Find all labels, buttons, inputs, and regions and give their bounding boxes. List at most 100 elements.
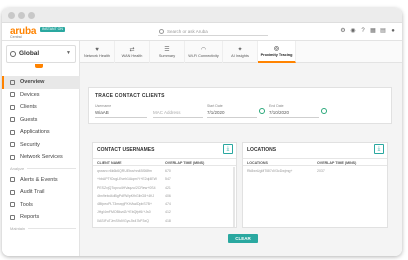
audit-trail-icon <box>10 189 15 195</box>
sidebar-item-audit-trail[interactable]: Audit Trail <box>2 186 80 199</box>
apps-icon[interactable]: ▦ <box>370 28 376 34</box>
help-icon[interactable]: ? <box>360 28 366 34</box>
user-icon[interactable]: ● <box>390 28 396 34</box>
chevron-down-icon: ▼ <box>66 50 71 56</box>
column-header-overlap-time[interactable]: OVERLAP TIME (MINS) <box>165 161 204 165</box>
alerts-icon[interactable]: ◉ <box>350 28 356 34</box>
overlap-time-cell: 421 <box>165 185 171 190</box>
shield-icon <box>10 142 15 148</box>
client-name-cell: PESZxjQTopvu4HVaqzu/2CRew+0S4 <box>97 185 156 190</box>
tab-network-health[interactable]: ♥ Network Health <box>80 41 115 63</box>
client-name-cell: 4bn9ebd4dBgPdRWpKfhGlbG8+4KJ <box>97 193 155 198</box>
contact-usernames-rows: qrwan=r6k6k6QRUEbw/nn4BSt8fm 670 +hbAPTf… <box>93 167 236 225</box>
start-date-label: Start Date <box>207 104 223 108</box>
table-row[interactable]: JHgl4mFMOBkvd2/+EbQfpf6/+Js0 412 <box>93 208 236 216</box>
tab-proximity-tracing[interactable]: ◎ Proximity Tracing <box>258 41 296 63</box>
tab-summary[interactable]: ☰ Summary <box>150 41 185 63</box>
trace-contact-card: TRACE CONTACT CLIENTS Username WiaAB MAC… <box>88 87 392 124</box>
context-tab-handle[interactable] <box>35 64 43 68</box>
table-row[interactable]: qrwan=r6k6k6QRUEbw/nn4BSt8fm 670 <box>93 167 236 175</box>
contact-usernames-card: CONTACT USERNAMES ⤓ CLIENT NAME OVERLAP … <box>92 142 237 228</box>
mac-address-field[interactable]: MAC Address <box>153 104 203 118</box>
tab-wifi-connectivity[interactable]: ◠ Wi-Fi Connectivity <box>185 41 223 63</box>
context-selector[interactable]: Global ▼ <box>6 45 76 63</box>
overlap-time-cell: 412 <box>165 210 171 215</box>
tab-label: Proximity Tracing <box>260 52 293 57</box>
sidebar-item-security[interactable]: Security <box>2 139 80 152</box>
locations-rows: Rk8wrUgMTi8l7dV3cDwjmg+ 2037 <box>243 167 387 175</box>
sidebar-item-network-services[interactable]: Network Services <box>2 151 80 164</box>
section-maintain-heading: Maintain <box>2 224 80 234</box>
end-date-field[interactable]: End Date 7/10/2020 <box>269 104 319 118</box>
sidebar-item-tools[interactable]: Tools <box>2 199 80 212</box>
sidebar-item-applications[interactable]: Applications <box>2 126 80 139</box>
scrollbar[interactable] <box>233 167 235 227</box>
tab-label: Summary <box>158 53 176 58</box>
search-placeholder: Search or ask Aruba <box>167 29 208 34</box>
search-icon <box>159 29 164 34</box>
sidebar-item-label: Alerts & Events <box>20 176 58 183</box>
bulb-icon: ✦ <box>237 46 243 53</box>
column-header-locations[interactable]: LOCATIONS <box>247 161 268 165</box>
download-icon[interactable]: ⤓ <box>374 144 384 154</box>
notes-icon[interactable]: ▤ <box>380 28 386 34</box>
tab-label: WAN Health <box>121 53 143 58</box>
sidebar-item-label: Clients <box>20 104 37 111</box>
wifi-icon: ◠ <box>200 46 207 53</box>
sidebar-item-clients[interactable]: Clients <box>2 101 80 114</box>
sidebar: Global ▼ Overview Devices Clients Guests <box>2 41 80 256</box>
overlap-time-cell: 418 <box>165 218 171 223</box>
trace-title: TRACE CONTACT CLIENTS <box>95 93 165 99</box>
download-icon[interactable]: ⤓ <box>223 144 233 154</box>
maximize-window-button[interactable] <box>28 12 35 19</box>
table-header: LOCATIONS OVERLAP TIME (MINS) <box>243 158 387 166</box>
table-row[interactable]: 4bn9ebd4dBgPdRWpKfhGlbG8+4KJ 406 <box>93 192 236 200</box>
column-header-overlap-time[interactable]: OVERLAP TIME (MINS) <box>317 161 356 165</box>
sidebar-item-devices[interactable]: Devices <box>2 89 80 102</box>
table-row[interactable]: Rk8wrUgMTi8l7dV3cDwjmg+ 2037 <box>243 167 387 175</box>
settings-icon[interactable]: ⚙ <box>340 28 346 34</box>
overlap-time-cell: 670 <box>165 169 171 173</box>
client-name-cell: JHgl4mFMOBkvd2/+EbQfpf6/+Js0 <box>97 210 151 215</box>
sidebar-item-label: Devices <box>20 91 40 98</box>
sidebar-item-overview[interactable]: Overview <box>2 76 80 89</box>
table-row[interactable]: 4BfpeoPLT3mwpjFKHAwlDpbS7B+ 474 <box>93 200 236 208</box>
table-row[interactable]: PESZxjQTopvu4HVaqzu/2CRew+0S4 421 <box>93 184 236 192</box>
minimize-window-button[interactable] <box>18 12 25 19</box>
tab-ai-insights[interactable]: ✦ AI Insights <box>223 41 258 63</box>
tracing-icon: ◎ <box>273 45 280 52</box>
mac-address-placeholder: MAC Address <box>153 110 181 115</box>
end-date-value: 7/10/2020 <box>269 110 290 115</box>
tab-label: AI Insights <box>231 53 249 58</box>
tab-label: Wi-Fi Connectivity <box>188 53 219 58</box>
end-calendar-icon[interactable] <box>321 108 327 114</box>
locations-card: LOCATIONS ⤓ LOCATIONS OVERLAP TIME (MINS… <box>242 142 388 228</box>
top-bar: aruba Central INSTANT ON Search or ask A… <box>2 23 402 41</box>
reports-icon <box>10 214 15 220</box>
sidebar-item-label: Overview <box>20 79 45 86</box>
sidebar-item-label: Tools <box>20 201 33 208</box>
clear-button[interactable]: CLEAR <box>228 234 258 243</box>
table-header: CLIENT NAME OVERLAP TIME (MINS) <box>93 158 236 166</box>
close-window-button[interactable] <box>8 12 15 19</box>
sidebar-item-alerts-events[interactable]: Alerts & Events <box>2 174 80 187</box>
username-field[interactable]: Username WiaAB <box>95 104 147 118</box>
browser-window: aruba Central INSTANT ON Search or ask A… <box>2 8 402 256</box>
tab-label: Network Health <box>84 53 110 58</box>
sidebar-item-reports[interactable]: Reports <box>2 211 80 224</box>
overlap-time-cell: 2037 <box>317 169 325 173</box>
username-value: WiaAB <box>95 110 109 115</box>
sidebar-item-label: Audit Trail <box>20 189 45 196</box>
dashboard-tabs: ♥ Network Health ⇄ WAN Health ☰ Summary … <box>80 41 402 63</box>
sidebar-item-guests[interactable]: Guests <box>2 114 80 127</box>
start-calendar-icon[interactable] <box>259 108 265 114</box>
column-header-client-name[interactable]: CLIENT NAME <box>97 161 122 165</box>
tab-wan-health[interactable]: ⇄ WAN Health <box>115 41 150 63</box>
table-row[interactable]: +hbAPTfOcgLEveh1iAqm/Y+E2ql4EW 547 <box>93 175 236 183</box>
sidebar-item-label: Guests <box>20 116 38 123</box>
start-date-field[interactable]: Start Date 7/1/2020 <box>207 104 257 118</box>
search-input[interactable]: Search or ask Aruba <box>158 28 268 36</box>
heart-icon: ♥ <box>95 46 99 53</box>
brand-subtitle: Central <box>10 35 22 39</box>
table-row[interactable]: 0ASIFuTJmS9dVGycJlx47kP3xQ 418 <box>93 217 236 225</box>
